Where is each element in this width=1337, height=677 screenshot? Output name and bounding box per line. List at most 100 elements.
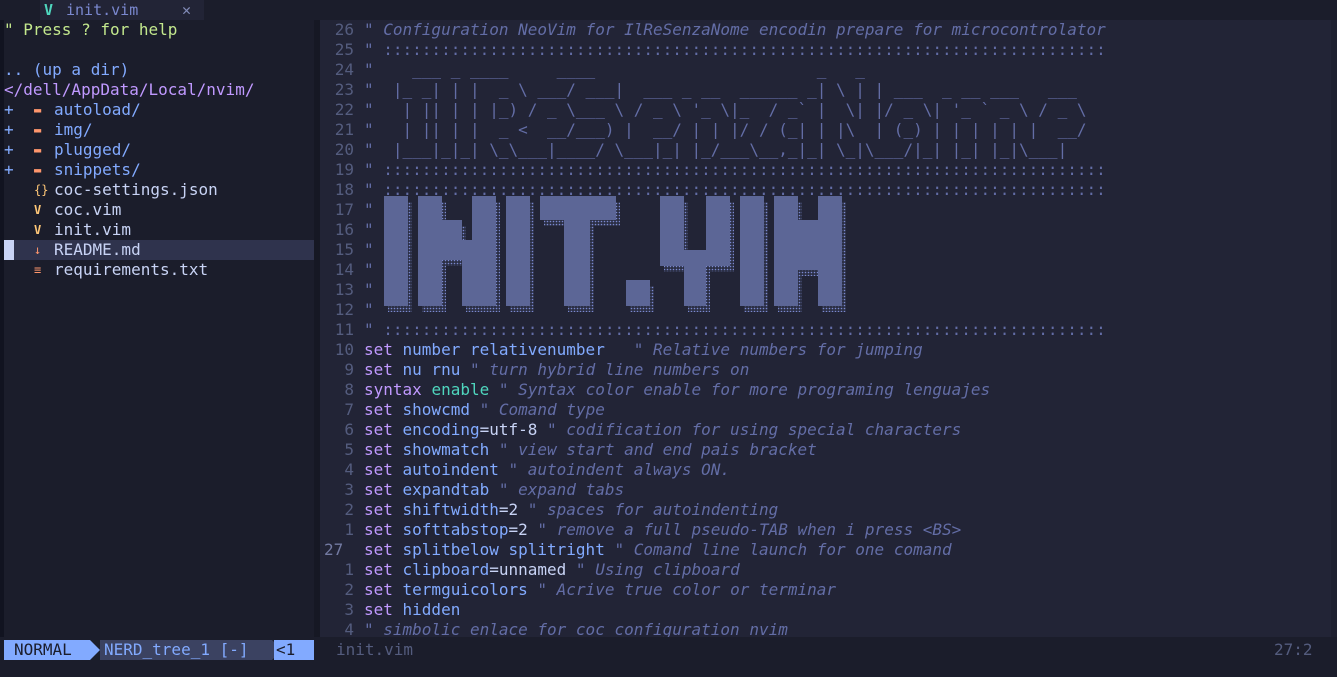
code-token: " (604, 340, 653, 359)
code-token: " (518, 500, 548, 519)
cursor-position: 27:2 (1274, 640, 1313, 659)
line-number: 16 (334, 220, 354, 239)
code-line[interactable]: 17 " (320, 200, 1331, 220)
line-number: 1 (344, 560, 354, 579)
code-line[interactable]: 10 set number relativenumber " Relative n… (320, 340, 1331, 360)
line-number: 2 (344, 500, 354, 519)
code-line[interactable]: 22 " | || | | |_) / _ \___ \ / _ \ '_ \|_… (320, 100, 1331, 120)
code-token: =2 (498, 500, 519, 519)
code-line[interactable]: 6 set encoding=utf-8 " codification for u… (320, 420, 1331, 440)
close-icon[interactable]: ✕ (182, 0, 191, 20)
code-line[interactable]: 1 set softtabstop=2 " remove a full pseud… (320, 520, 1331, 540)
code-token: " |_ _| | | _ \ ___/ ___| ___ _ __ _____… (364, 80, 1077, 99)
tree-dir-item[interactable]: + ▬ img/ (4, 120, 314, 140)
code-token: expandtab (402, 480, 490, 499)
code-text: " (364, 220, 374, 240)
line-number: 3 (344, 600, 354, 619)
markdown-icon: ↓ (34, 243, 42, 257)
code-token: " (489, 440, 519, 459)
expand-sign: + (4, 100, 14, 119)
line-number: 23 (334, 80, 354, 99)
code-line[interactable]: 9 set nu rnu " turn hybrid line numbers o… (320, 360, 1331, 380)
mode-indicator: NORMAL (4, 640, 90, 660)
tree-dir-item[interactable]: + ▬ autoload/ (4, 100, 314, 120)
tree-item-label: autoload/ (54, 100, 141, 119)
code-token: enable (431, 380, 490, 399)
nerdtree-panel[interactable]: " Press ? for help .. (up a dir) </dell/… (4, 20, 314, 637)
code-token: splitbelow splitright (402, 540, 605, 559)
code-line[interactable]: 13 " (320, 280, 1331, 300)
code-line[interactable]: 4 set autoindent " autoindent always ON. (320, 460, 1331, 480)
code-token: nu rnu (402, 360, 461, 379)
line-number: 5 (344, 440, 354, 459)
line-number: 9 (344, 360, 354, 379)
code-line[interactable]: 25 " ::::::::::::::::::::::::::::::::::::… (320, 40, 1331, 60)
code-line[interactable]: 23 " |_ _| | | _ \ ___/ ___| ___ _ __ ___… (320, 80, 1331, 100)
code-token: Relative numbers for jumping (653, 340, 923, 359)
code-token: " | || | | _ < __/___) | __/ | | |/ / (_… (364, 120, 1087, 139)
code-text: set shiftwidth=2 " spaces for autoindent… (364, 500, 778, 520)
line-number: 25 (334, 40, 354, 59)
code-text: " (364, 300, 374, 320)
code-text: " ::::::::::::::::::::::::::::::::::::::… (364, 40, 1106, 60)
code-token: set (364, 400, 403, 419)
code-line[interactable]: 15 " (320, 240, 1331, 260)
code-line[interactable]: 1 set clipboard=unnamed " Using clipboard (320, 560, 1331, 580)
code-token: " (364, 20, 384, 39)
code-line[interactable]: 24 " ___ _ ____ ____ _ _ (320, 60, 1331, 80)
tree-item-label: README.md (54, 240, 141, 259)
code-line[interactable]: 16 " (320, 220, 1331, 240)
line-number: 8 (344, 380, 354, 399)
code-line[interactable]: 26 " Configuration NeoVim for IlReSenzaNo… (320, 20, 1331, 40)
line-number: 2 (344, 580, 354, 599)
tree-file-item[interactable]: {} coc-settings.json (4, 180, 314, 200)
vim-file-icon: V (34, 223, 42, 237)
line-number: 13 (334, 280, 354, 299)
tree-up-dir[interactable]: .. (up a dir) (4, 60, 129, 80)
tree-file-item[interactable]: Vcoc.vim (4, 200, 314, 220)
code-line[interactable]: 27 set splitbelow splitright " Comand lin… (320, 540, 1331, 560)
code-line[interactable]: 3 set expandtab " expand tabs (320, 480, 1331, 500)
code-line[interactable]: 7 set showcmd " Comand type (320, 400, 1331, 420)
code-line[interactable]: 2 set termguicolors " Acrive true color o… (320, 580, 1331, 600)
code-token: =utf-8 (479, 420, 538, 439)
code-line[interactable]: 21 " | || | | _ < __/___) | __/ | | |/ / … (320, 120, 1331, 140)
code-text: " (364, 240, 374, 260)
code-line[interactable]: 14 " (320, 260, 1331, 280)
tree-file-item[interactable]: ↓ README.md (4, 240, 314, 260)
tree-file-item[interactable]: Vinit.vim (4, 220, 314, 240)
code-line[interactable]: 4 " simbolic enlace for coc configuration… (320, 620, 1331, 637)
tree-dir-item[interactable]: + ▬ plugged/ (4, 140, 314, 160)
tree-file-item[interactable]: ≡ requirements.txt (4, 260, 314, 280)
code-line[interactable]: 8 syntax enable " Syntax color enable for… (320, 380, 1331, 400)
tree-item-label: coc-settings.json (54, 180, 218, 199)
line-number: 4 (344, 460, 354, 479)
code-token: " (364, 260, 374, 279)
editor-pane[interactable]: 26 " Configuration NeoVim for IlReSenzaNo… (320, 20, 1337, 637)
code-text: " (364, 280, 374, 300)
code-token: Acrive true color or terminar (556, 580, 837, 599)
code-line[interactable]: 5 set showmatch " view start and end pais… (320, 440, 1331, 460)
tree-help-text: " Press ? for help (4, 20, 178, 39)
code-line[interactable]: 19 " ::::::::::::::::::::::::::::::::::::… (320, 160, 1331, 180)
code-token: remove a full pseudo-TAB when i press <B… (556, 520, 962, 539)
code-line[interactable]: 3 set hidden (320, 600, 1331, 620)
code-line[interactable]: 12 " (320, 300, 1331, 320)
code-token: set (364, 580, 403, 599)
tab-init-vim[interactable]: V init.vim ✕ (40, 0, 204, 20)
code-text: " | || | | |_) / _ \___ \ / _ \ '_ \|_ /… (364, 100, 1086, 120)
code-token: set (364, 360, 403, 379)
folder-icon: ▬ (34, 163, 42, 177)
line-number: 7 (344, 400, 354, 419)
code-token: " (604, 540, 634, 559)
code-line[interactable]: 2 set shiftwidth=2 " spaces for autoinden… (320, 500, 1331, 520)
code-token: set (364, 440, 403, 459)
line-number: 14 (334, 260, 354, 279)
powerline-separator (90, 640, 100, 660)
scrollbar[interactable] (1331, 20, 1337, 637)
code-line[interactable]: 18 " ::::::::::::::::::::::::::::::::::::… (320, 180, 1331, 200)
code-token: " (364, 240, 374, 259)
code-line[interactable]: 20 " |___|_|_| \_\___|____/ \___|_| |_/__… (320, 140, 1331, 160)
code-line[interactable]: 11 " ::::::::::::::::::::::::::::::::::::… (320, 320, 1331, 340)
tree-dir-item[interactable]: + ▬ snippets/ (4, 160, 314, 180)
